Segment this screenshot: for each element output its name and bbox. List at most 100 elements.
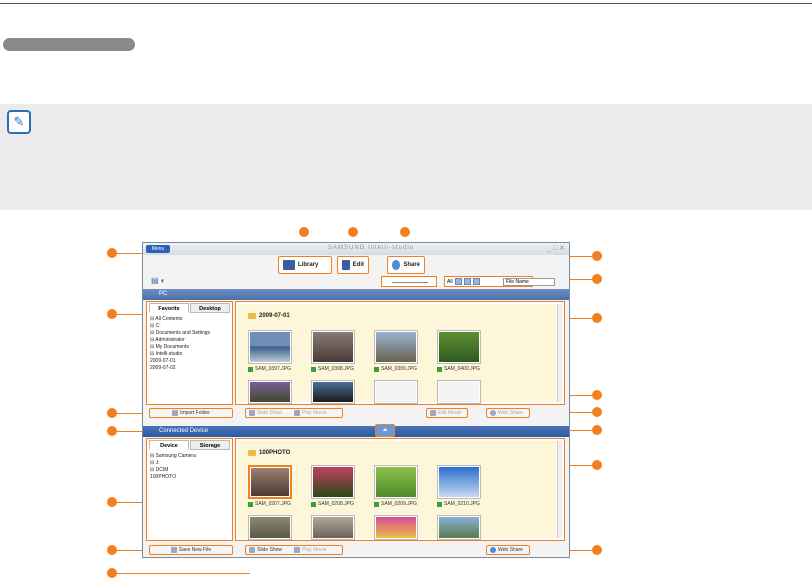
vertical-scrollbar[interactable]: [557, 441, 562, 538]
edit-movie-button[interactable]: Edit Movie: [426, 408, 468, 418]
audio-filter-icon[interactable]: [472, 278, 480, 285]
callout-marker: [107, 426, 117, 436]
slideshow-icon: [249, 547, 255, 553]
tree-node[interactable]: 2009-07-02: [150, 365, 210, 372]
thumbnail[interactable]: [374, 515, 418, 540]
print-icon[interactable]: ▤ ◐: [151, 276, 166, 285]
callout-marker: [299, 227, 309, 237]
play-movie-button[interactable]: Play Movie: [302, 547, 326, 553]
title-bar: Menu SAMSUNG Intelli-studio _ □ ✕: [143, 243, 569, 255]
callout-marker: [107, 408, 117, 418]
pc-web-share-button[interactable]: Web Share: [486, 408, 530, 418]
edit-icon: [342, 260, 350, 270]
callout-marker: [107, 497, 117, 507]
menu-button[interactable]: Menu: [146, 245, 170, 253]
thumbnail[interactable]: [437, 465, 481, 499]
tab-favorite[interactable]: Favorite: [149, 303, 189, 313]
thumbnail[interactable]: [374, 380, 418, 404]
intelli-studio-window: Menu SAMSUNG Intelli-studio _ □ ✕ Librar…: [142, 242, 570, 558]
library-tab[interactable]: Library: [278, 256, 332, 274]
device-folder-pane: Device Storage ⊟ Samsung Camera ⊟ J: ⊟ D…: [146, 438, 233, 541]
thumbnail[interactable]: [311, 465, 355, 499]
save-new-file-button[interactable]: Save New File: [149, 545, 233, 555]
tree-node[interactable]: ⊟ J:: [150, 460, 196, 467]
globe-icon: [490, 410, 496, 416]
share-label: Share: [403, 262, 420, 268]
globe-icon: [392, 260, 401, 270]
tree-node[interactable]: 2009-07-01: [150, 358, 210, 365]
pc-playback-buttons: Slide Show Play Movie: [245, 408, 343, 418]
tree-node[interactable]: ⊟ Documents and Settings: [150, 330, 210, 337]
tree-node[interactable]: ⊟ Administrator: [150, 337, 210, 344]
thumbnail[interactable]: [437, 380, 481, 404]
tree-node[interactable]: ⊟ Samsung Camera: [150, 453, 196, 460]
file-caption: SAM_0398.JPG: [311, 366, 354, 372]
tree-node[interactable]: ⊟ Intelli-studio: [150, 351, 210, 358]
play-icon: [294, 547, 301, 553]
thumbnail[interactable]: [248, 330, 292, 364]
slide-show-button[interactable]: Slide Show: [257, 547, 282, 553]
photo-filter-icon[interactable]: [454, 278, 462, 285]
tree-node[interactable]: 100PHOTO: [150, 474, 196, 481]
slider-track: [392, 282, 428, 283]
film-icon: [430, 410, 436, 416]
callout-leader: [117, 550, 145, 551]
slideshow-icon: [249, 410, 255, 416]
vertical-scrollbar[interactable]: [557, 304, 562, 402]
transfer-up-icon[interactable]: ⏶: [375, 424, 395, 437]
thumbnail[interactable]: [437, 330, 481, 364]
thumbnail-size-slider[interactable]: [381, 276, 437, 287]
tree-node[interactable]: ⊟ My Documents: [150, 344, 210, 351]
import-folder-button[interactable]: Import Folder: [149, 408, 233, 418]
thumbnail-grid: 100PHOTO SAM_0207.JPG SAM_0208.JPG SAM_0…: [238, 441, 556, 540]
file-caption: SAM_0207.JPG: [248, 501, 291, 507]
file-caption: SAM_0208.JPG: [311, 501, 354, 507]
tree-node[interactable]: ⊟ C:: [150, 323, 210, 330]
play-movie-button[interactable]: Play Movie: [302, 410, 326, 416]
tab-storage[interactable]: Storage: [190, 440, 230, 450]
callout-leader: [117, 314, 145, 315]
sort-select[interactable]: File Name: [503, 278, 555, 286]
tree-node[interactable]: ⊟ All Contents: [150, 316, 210, 323]
device-web-share-button[interactable]: Web Share: [486, 545, 530, 555]
edit-label: Edit: [352, 262, 364, 268]
callout-marker: [107, 568, 117, 578]
app-title: SAMSUNG Intelli-studio: [328, 245, 415, 251]
pc-folder-pane: Favorite Desktop ⊟ All Contents ⊟ C: ⊟ D…: [146, 301, 233, 405]
thumbnail[interactable]: [374, 465, 418, 499]
callout-marker: [592, 425, 602, 435]
video-filter-icon[interactable]: [463, 278, 471, 285]
thumbnail[interactable]: [437, 515, 481, 540]
thumbnail[interactable]: [374, 330, 418, 364]
edit-tab[interactable]: Edit: [337, 256, 369, 274]
window-controls[interactable]: _ □ ✕: [547, 244, 565, 252]
page-rule: [0, 3, 812, 4]
pc-thumbnail-pane: 2009-07-01 SAM_0397.JPG SAM_0398.JPG SAM…: [235, 301, 565, 405]
callout-marker: [592, 251, 602, 261]
thumbnail[interactable]: [311, 380, 355, 404]
globe-icon: [490, 547, 496, 553]
share-tab[interactable]: Share: [387, 256, 425, 274]
device-thumbnail-pane: 100PHOTO SAM_0207.JPG SAM_0208.JPG SAM_0…: [235, 438, 565, 541]
note-box: [0, 104, 812, 210]
thumbnail[interactable]: [248, 380, 292, 404]
save-icon: [170, 547, 177, 553]
callout-marker: [592, 390, 602, 400]
callout-marker: [592, 274, 602, 284]
thumbnail[interactable]: [248, 515, 292, 540]
folder-icon: [248, 313, 256, 319]
thumbnail[interactable]: [311, 515, 355, 540]
tab-desktop[interactable]: Desktop: [190, 303, 230, 313]
play-icon: [294, 410, 301, 416]
slide-show-button[interactable]: Slide Show: [257, 410, 282, 416]
thumbnail[interactable]: [248, 465, 292, 499]
pc-folder-tree[interactable]: ⊟ All Contents ⊟ C: ⊟ Documents and Sett…: [150, 316, 210, 372]
file-caption: SAM_0209.JPG: [374, 501, 417, 507]
tab-device[interactable]: Device: [149, 440, 189, 450]
device-folder-tree[interactable]: ⊟ Samsung Camera ⊟ J: ⊟ DCIM 100PHOTO: [150, 453, 196, 481]
view-all-button[interactable]: All: [447, 279, 453, 285]
tree-node[interactable]: ⊟ DCIM: [150, 467, 196, 474]
thumbnail[interactable]: [311, 330, 355, 364]
callout-leader: [117, 413, 145, 414]
callout-marker: [107, 309, 117, 319]
